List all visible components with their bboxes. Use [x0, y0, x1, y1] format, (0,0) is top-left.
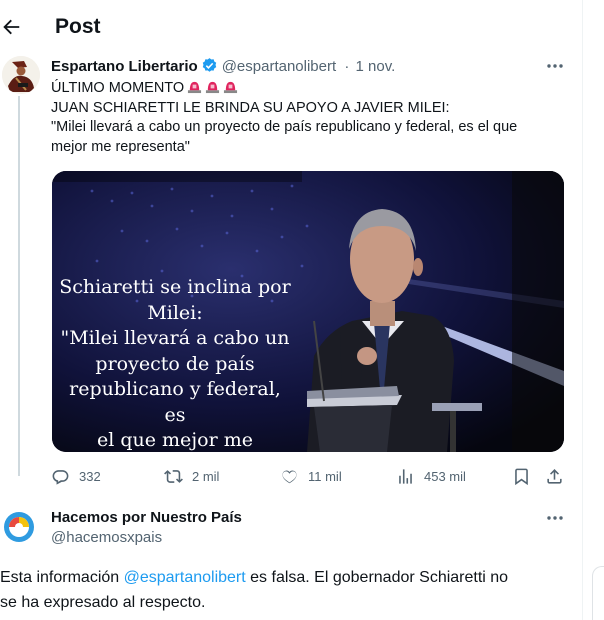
share-button[interactable] — [545, 465, 564, 487]
sidebar-panel-edge — [592, 566, 604, 620]
repost-count: 2 mil — [192, 468, 220, 484]
arrow-left-icon[interactable] — [0, 16, 22, 38]
post-text-line: JUAN SCHIARETTI LE BRINDA SU APOYO A JAV… — [51, 99, 450, 116]
reply-text-line: se ha expresado al respecto. — [0, 594, 206, 611]
image-caption-line: proyecto de país — [95, 352, 255, 375]
repost-icon — [164, 469, 183, 483]
views-button[interactable]: 453 mil — [396, 465, 466, 487]
post-text: ÚLTIMO MOMENTO JUAN SCHIARETTI LE BRINDA… — [51, 79, 566, 157]
post-actions: 332 2 mil 11 mil 453 mil — [51, 465, 566, 487]
analytics-icon — [399, 468, 412, 484]
reply-author-handle[interactable]: @hacemosxpais — [51, 529, 162, 546]
like-button[interactable]: 11 mil — [280, 465, 342, 487]
verified-badge-icon — [202, 58, 216, 72]
reply-author-name[interactable]: Hacemos por Nuestro País — [51, 509, 242, 526]
thread-line — [18, 96, 20, 476]
reply-text: Esta información @espartanolibert es fal… — [0, 565, 570, 615]
view-count: 453 mil — [424, 468, 466, 484]
post-header: Espartano Libertario @espartanolibert · 1… — [51, 57, 395, 77]
siren-emoji-icon — [224, 81, 238, 94]
bookmark-icon — [515, 468, 528, 485]
post-date[interactable]: 1 nov. — [356, 58, 396, 75]
reply-text-part: es falsa. El gobernador Schiaretti no — [245, 569, 509, 586]
page-title: Post — [55, 15, 101, 38]
reply-button[interactable]: 332 — [51, 465, 101, 487]
bookmark-button[interactable] — [512, 465, 531, 487]
more-options-icon[interactable] — [545, 510, 565, 526]
image-caption: Schiaretti se inclina por Milei: "Milei … — [57, 275, 293, 479]
heart-icon — [282, 470, 297, 483]
share-icon — [547, 468, 562, 484]
post-text-line: ÚLTIMO MOMENTO — [51, 79, 566, 99]
image-caption-line: Milei: — [147, 301, 203, 324]
reply-count: 332 — [79, 468, 101, 484]
siren-emoji-icon — [206, 81, 220, 94]
more-options-icon[interactable] — [545, 58, 565, 74]
author-name[interactable]: Espartano Libertario — [51, 58, 198, 75]
reply-icon — [52, 469, 69, 485]
separator: · — [344, 58, 350, 75]
column-divider — [582, 0, 583, 620]
post-text-line: mejor me representa" — [51, 138, 190, 155]
avatar[interactable] — [2, 510, 36, 544]
post-text-line: "Milei llevará a cabo un proyecto de paí… — [51, 119, 518, 135]
page-header: Post — [0, 0, 604, 56]
siren-emoji-icon — [188, 81, 202, 94]
avatar[interactable] — [2, 56, 40, 94]
image-caption-line: el que mejor me — [96, 429, 254, 451]
image-caption-line: republicano y federal, es — [69, 378, 281, 426]
repost-button[interactable]: 2 mil — [164, 465, 219, 487]
author-handle[interactable]: @espartanolibert — [222, 58, 336, 75]
mention-link[interactable]: @espartanolibert — [124, 569, 246, 586]
image-caption-line: "Milei llevará a cabo un — [60, 327, 290, 349]
reply-text-part: Esta información — [0, 569, 124, 586]
image-caption-line: Schiaretti se inclina por — [59, 276, 291, 298]
like-count: 11 mil — [308, 468, 342, 484]
